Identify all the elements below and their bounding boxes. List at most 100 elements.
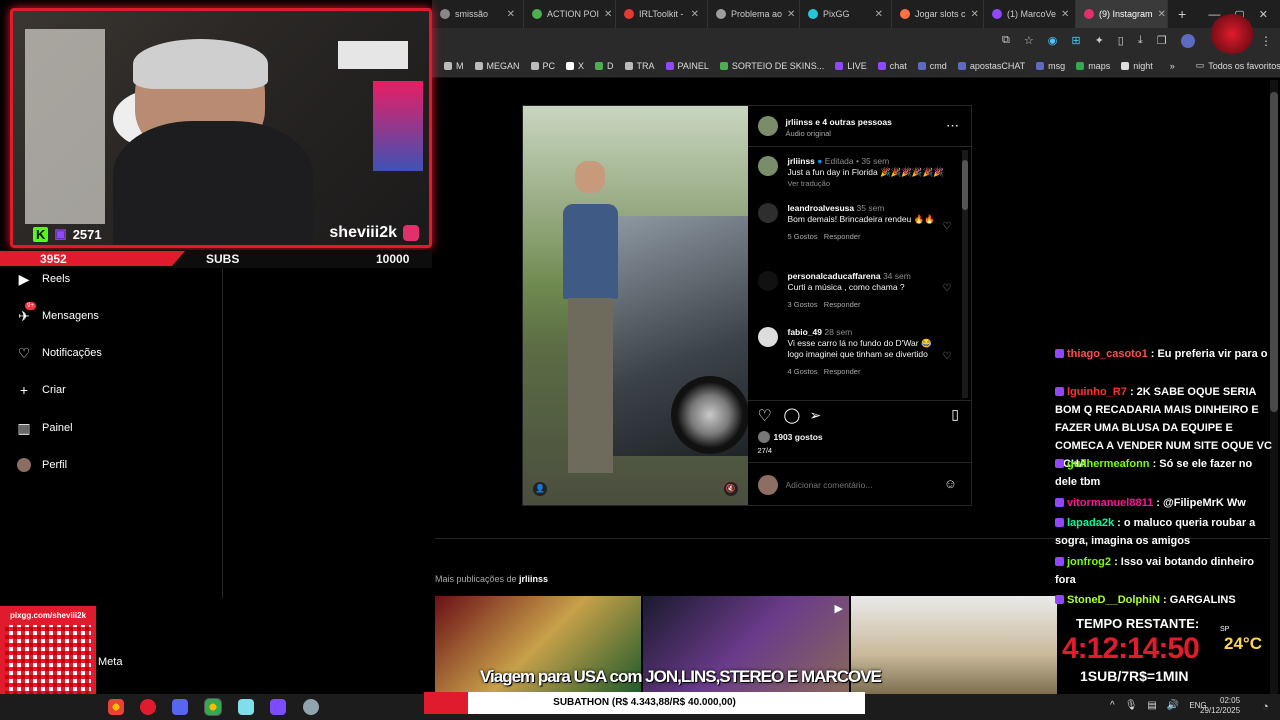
chrome-active-icon[interactable] bbox=[204, 698, 222, 716]
browser-tab[interactable]: Jogar slots c ✕ bbox=[892, 0, 984, 28]
post-thumbnail[interactable] bbox=[851, 596, 1057, 694]
browser-tab[interactable]: IRLToolkit - ✕ bbox=[616, 0, 708, 28]
bookmark-item[interactable]: chat bbox=[877, 61, 907, 71]
browser-tab-active[interactable]: (9) Instagram ✕ bbox=[1076, 0, 1168, 28]
comments-scrollbar[interactable] bbox=[961, 150, 968, 398]
opera-icon[interactable] bbox=[140, 699, 156, 715]
reply-button[interactable]: Responder bbox=[824, 300, 861, 309]
scrollbar-thumb[interactable] bbox=[961, 160, 968, 210]
bookmark-item[interactable]: msg bbox=[1036, 61, 1065, 71]
all-favorites-folder[interactable]: ▭ Todos os favoritos bbox=[1196, 60, 1280, 71]
notification-bell-icon[interactable]: ◔ bbox=[1262, 701, 1269, 713]
clock[interactable]: 02:05 29/12/2025 bbox=[1200, 696, 1240, 716]
discord-icon[interactable] bbox=[172, 699, 188, 715]
install-app-icon[interactable]: ⧉ bbox=[1002, 34, 1010, 48]
bookmark-item[interactable]: PAINEL bbox=[665, 61, 709, 71]
author-avatar[interactable] bbox=[757, 116, 778, 136]
sidebar-item-create[interactable]: + Criar bbox=[16, 382, 66, 398]
close-tab-icon[interactable]: ✕ bbox=[1158, 9, 1166, 20]
close-tab-icon[interactable]: ✕ bbox=[875, 9, 883, 20]
browser-tab[interactable]: smissão ✕ bbox=[432, 0, 524, 28]
sidebar-item-reels[interactable]: ▶ Reels bbox=[16, 271, 71, 287]
post-photo[interactable]: 👤 🔇 bbox=[523, 106, 748, 505]
audio-icon[interactable]: ◉ bbox=[1048, 34, 1058, 48]
likes-summary[interactable]: 1903 gostos bbox=[757, 431, 823, 443]
comment-username[interactable]: fabio_49 bbox=[788, 327, 823, 337]
obs-icon[interactable] bbox=[303, 699, 319, 715]
sidebar-item-dashboard[interactable]: ▥ Painel bbox=[16, 420, 72, 436]
bookmark-item[interactable]: M bbox=[444, 61, 464, 71]
app-grid-icon[interactable] bbox=[270, 699, 286, 715]
microphone-icon[interactable]: 🎙 bbox=[1125, 700, 1138, 711]
more-options-button[interactable]: ⋯ bbox=[946, 118, 959, 134]
sidebar-item-messages[interactable]: ✈ 9+ Mensagens bbox=[16, 302, 99, 324]
comment-username[interactable]: personalcaducaffarena bbox=[788, 271, 881, 281]
like-comment-icon[interactable]: ♡ bbox=[943, 351, 952, 362]
bookmark-item[interactable]: SORTEIO DE SKINS... bbox=[719, 61, 824, 71]
bookmark-item[interactable]: MEGAN bbox=[474, 61, 520, 71]
browser-tab[interactable]: Problema ao ✕ bbox=[708, 0, 800, 28]
extensions-icon[interactable]: ✦ bbox=[1095, 34, 1104, 48]
bookmark-item[interactable]: apostasCHAT bbox=[957, 61, 1025, 71]
comment-likes[interactable]: 4 Gostos bbox=[788, 367, 818, 376]
bookmark-item[interactable]: D bbox=[595, 61, 614, 71]
close-tab-icon[interactable]: ✕ bbox=[507, 9, 515, 20]
share-icon[interactable]: ➢ bbox=[810, 407, 822, 424]
muted-audio-icon[interactable]: 🔇 bbox=[723, 482, 738, 496]
see-translation-link[interactable]: Ver tradução bbox=[788, 178, 958, 189]
new-tab-button[interactable]: + bbox=[1178, 6, 1186, 22]
post-author[interactable]: jrliinss e 4 outras pessoas bbox=[786, 117, 892, 128]
sidebar-item-profile[interactable]: Perfil bbox=[16, 457, 67, 473]
close-tab-icon[interactable]: ✕ bbox=[691, 9, 699, 20]
bookmark-item[interactable]: maps bbox=[1076, 61, 1110, 71]
close-tab-icon[interactable]: ✕ bbox=[604, 9, 612, 20]
page-scrollbar-thumb[interactable] bbox=[1270, 92, 1278, 412]
save-bookmark-icon[interactable]: ▯ bbox=[951, 406, 959, 423]
bookmark-star-icon[interactable]: ☆ bbox=[1024, 34, 1034, 48]
like-comment-icon[interactable]: ♡ bbox=[943, 221, 952, 232]
sidebar-item-notifications[interactable]: ♡ Notificações bbox=[16, 345, 102, 361]
sidebar-icon[interactable]: ▯ bbox=[1118, 34, 1124, 48]
sidebar-item-meta[interactable]: Meta bbox=[98, 656, 122, 668]
close-window-icon[interactable]: ✕ bbox=[1259, 8, 1268, 21]
browser-tab[interactable]: (1) MarcoVe ✕ bbox=[984, 0, 1076, 28]
add-comment-input[interactable] bbox=[785, 478, 936, 492]
commenter-avatar[interactable] bbox=[757, 203, 778, 223]
reply-button[interactable]: Responder bbox=[824, 232, 861, 241]
chrome-icon[interactable] bbox=[108, 699, 124, 715]
copy-icon[interactable]: ❐ bbox=[1157, 34, 1167, 48]
close-tab-icon[interactable]: ✕ bbox=[787, 9, 795, 20]
more-bookmarks-button[interactable]: » bbox=[1170, 61, 1175, 71]
close-tab-icon[interactable]: ✕ bbox=[1061, 9, 1069, 20]
comment-likes[interactable]: 5 Gostos bbox=[788, 232, 818, 241]
volume-icon[interactable]: 🔊 bbox=[1167, 700, 1179, 711]
bookmark-item[interactable]: night bbox=[1121, 61, 1153, 71]
emoji-icon[interactable]: ☺ bbox=[944, 476, 957, 491]
bookmark-item[interactable]: X bbox=[566, 61, 584, 71]
bookmark-item[interactable]: cmd bbox=[917, 61, 947, 71]
bookmark-item[interactable]: TRA bbox=[624, 61, 655, 71]
profile-avatar[interactable] bbox=[1180, 34, 1195, 48]
browser-tab[interactable]: PixGG ✕ bbox=[800, 0, 892, 28]
author-avatar[interactable] bbox=[757, 156, 778, 176]
post-audio[interactable]: Áudio original bbox=[786, 128, 892, 139]
close-tab-icon[interactable]: ✕ bbox=[971, 9, 979, 20]
comment-icon[interactable]: ◯ bbox=[784, 406, 801, 424]
browser-tab[interactable]: ACTION POI ✕ bbox=[524, 0, 616, 28]
bookmark-item[interactable]: LIVE bbox=[835, 61, 867, 71]
menu-kebab-icon[interactable]: ⋮ bbox=[1260, 34, 1272, 48]
network-icon[interactable]: ▤ bbox=[1147, 700, 1156, 711]
commenter-avatar[interactable] bbox=[757, 327, 778, 347]
tagged-user-icon[interactable]: 👤 bbox=[533, 482, 547, 496]
more-posts-user[interactable]: jrliinss bbox=[519, 574, 548, 584]
comment-username[interactable]: leandroalvesusa bbox=[788, 203, 855, 213]
like-icon[interactable]: ♡ bbox=[758, 406, 772, 426]
like-comment-icon[interactable]: ♡ bbox=[943, 283, 952, 294]
download-icon[interactable]: ⤓ bbox=[1138, 34, 1143, 48]
reply-button[interactable]: Responder bbox=[824, 367, 861, 376]
commenter-avatar[interactable] bbox=[757, 271, 778, 291]
translate-icon[interactable]: ⊞ bbox=[1071, 34, 1080, 48]
notepad-icon[interactable] bbox=[238, 699, 254, 715]
tray-chevron-icon[interactable]: ^ bbox=[1110, 700, 1115, 711]
comment-likes[interactable]: 3 Gostos bbox=[788, 300, 818, 309]
